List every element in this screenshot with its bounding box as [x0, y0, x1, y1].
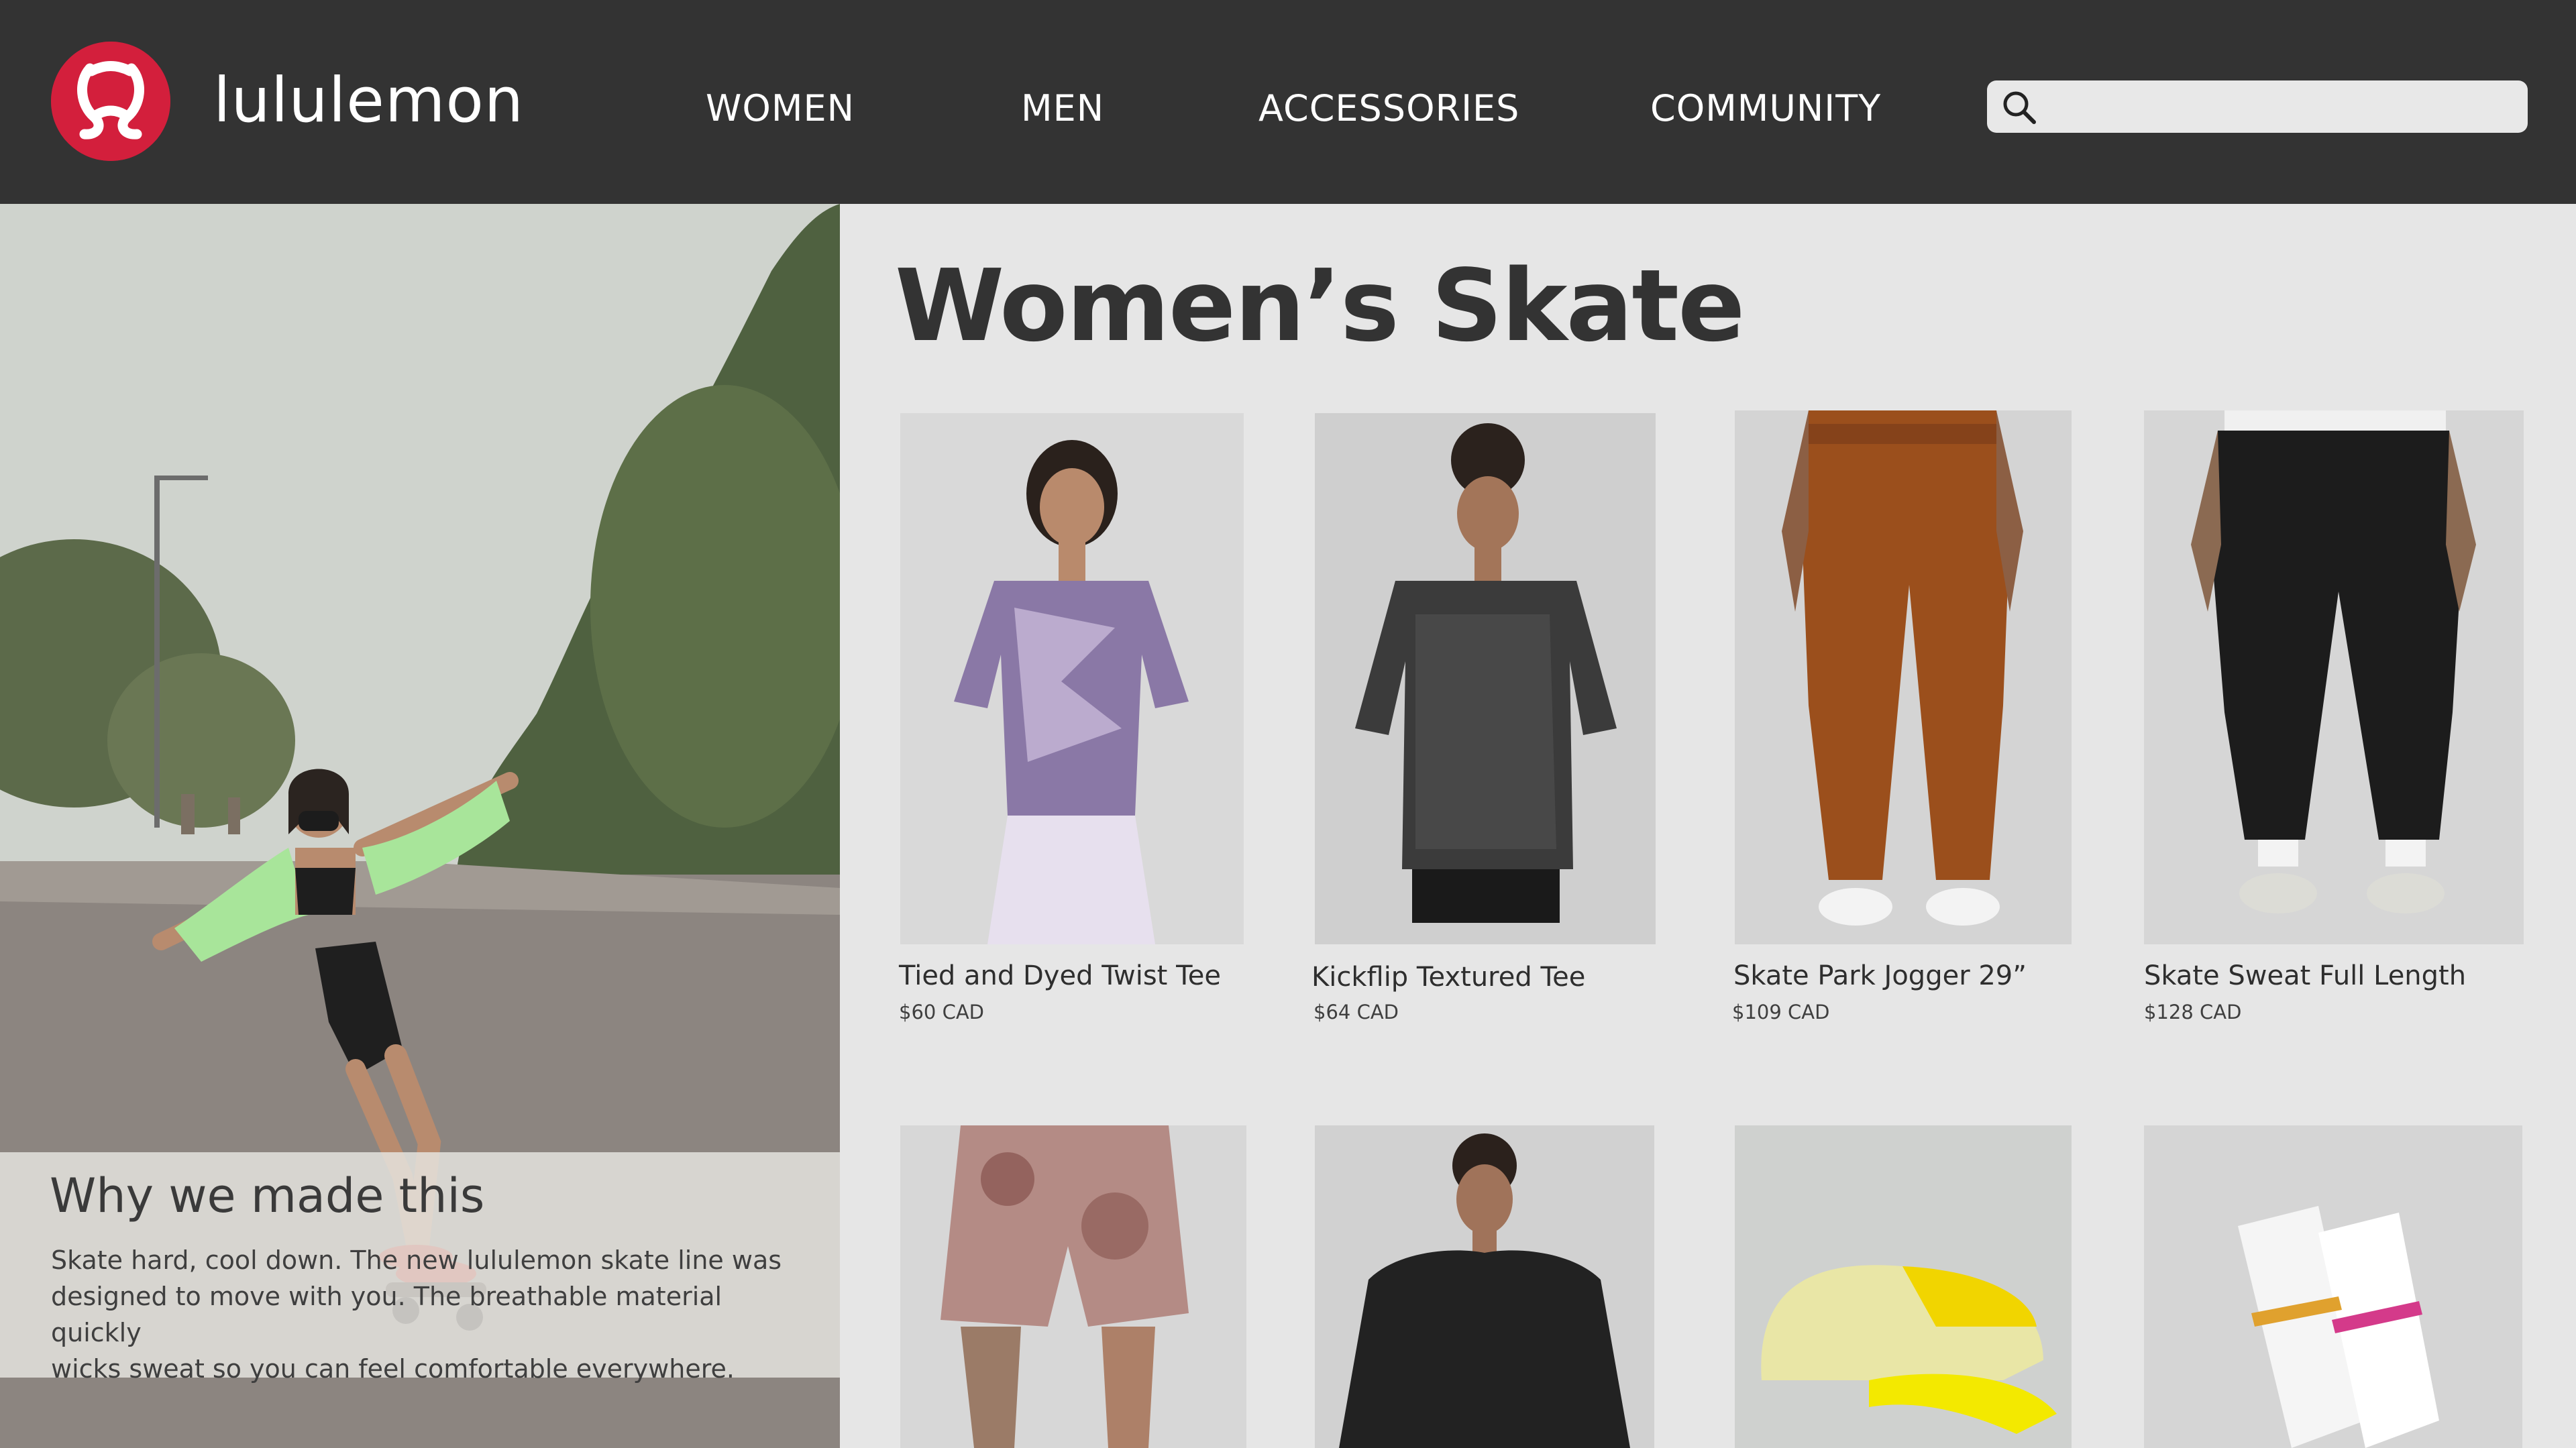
- nav-item-men[interactable]: MEN: [1021, 87, 1104, 129]
- product-name[interactable]: Skate Sweat Full Length: [2144, 960, 2466, 991]
- product-name[interactable]: Kickflip Textured Tee: [1311, 962, 1585, 993]
- product-price: $60 CAD: [899, 1001, 984, 1023]
- description-line: Skate hard, cool down. The new lululemon…: [51, 1245, 782, 1275]
- nav-item-women[interactable]: WOMEN: [706, 87, 855, 129]
- brand-name[interactable]: lululemon: [213, 64, 524, 136]
- search-input[interactable]: [1987, 80, 2528, 133]
- page-title: Women’s Skate: [895, 248, 1745, 364]
- lululemon-logo-icon[interactable]: [51, 42, 170, 161]
- product-name[interactable]: Tied and Dyed Twist Tee: [899, 960, 1221, 991]
- product-image[interactable]: [900, 413, 1244, 944]
- description-line: designed to move with you. The breathabl…: [51, 1282, 722, 1347]
- product-name[interactable]: Skate Park Jogger 29”: [1733, 960, 2027, 991]
- product-price: $109 CAD: [1732, 1001, 1830, 1023]
- product-image[interactable]: [1315, 413, 1656, 944]
- product-price: $64 CAD: [1313, 1001, 1399, 1023]
- top-navigation-bar: lululemon WOMEN MEN ACCESSORIES COMMUNIT…: [0, 0, 2576, 204]
- product-image[interactable]: [1735, 410, 2072, 944]
- description-line: wicks sweat so you can feel comfortable …: [51, 1354, 735, 1384]
- why-we-made-this-description: Skate hard, cool down. The new lululemon…: [51, 1242, 809, 1387]
- nav-item-community[interactable]: COMMUNITY: [1650, 87, 1881, 129]
- product-image[interactable]: [900, 1125, 1246, 1448]
- product-image[interactable]: [2144, 410, 2524, 944]
- product-image[interactable]: [2144, 1125, 2522, 1448]
- search-icon: [2003, 91, 2036, 124]
- product-image[interactable]: [1735, 1125, 2072, 1448]
- product-price: $128 CAD: [2144, 1001, 2242, 1023]
- nav-item-accessories[interactable]: ACCESSORIES: [1258, 87, 1519, 129]
- why-we-made-this-title: Why we made this: [50, 1168, 485, 1223]
- product-image[interactable]: [1315, 1125, 1654, 1448]
